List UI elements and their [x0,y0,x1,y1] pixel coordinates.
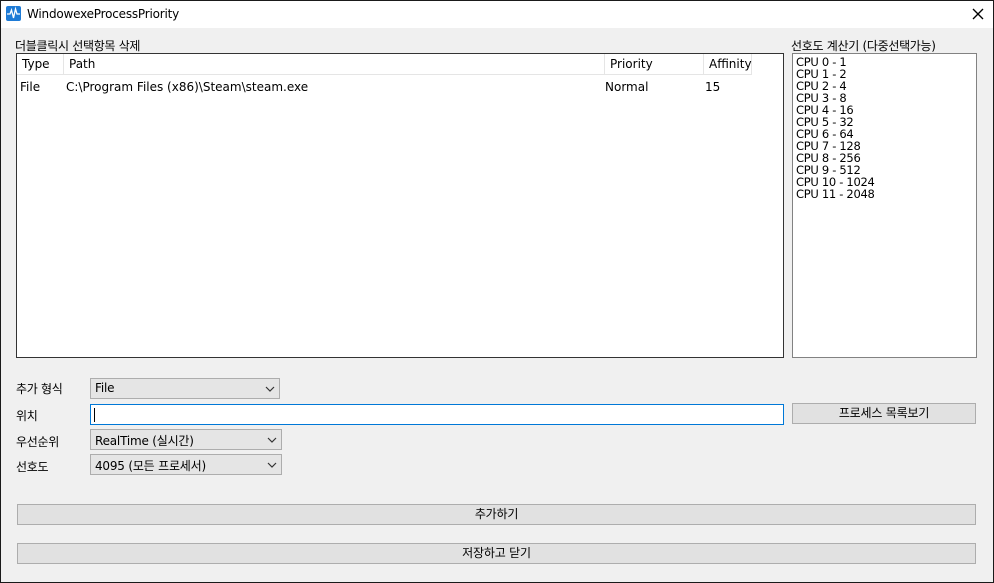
affinity-select[interactable]: 4095 (모든 프로세서) [90,454,282,475]
add-button[interactable]: 추가하기 [17,504,976,525]
column-header-affinity[interactable]: Affinity [704,54,752,75]
table-row[interactable]: File C:\Program Files (x86)\Steam\steam.… [17,76,750,98]
process-list-label: 더블클릭시 선택항목 삭제 [15,39,141,53]
column-header-priority[interactable]: Priority [605,54,704,75]
main-window: WindowexeProcessPriority 더블클릭시 선택항목 삭제 선… [0,0,994,583]
affinity-label: 선호도 [16,460,49,474]
list-item[interactable]: CPU 11 - 2048 [796,188,976,200]
cell-path: C:\Program Files (x86)\Steam\steam.exe [66,80,309,94]
chevron-down-icon [265,386,275,392]
chevron-down-icon [267,437,277,443]
add-type-value: File [95,381,115,395]
priority-label: 우선순위 [16,435,59,449]
location-input[interactable] [90,404,784,425]
priority-select[interactable]: RealTime (실시간) [90,429,282,450]
close-icon [972,8,984,20]
cell-type: File [20,80,41,94]
add-type-label: 추가 형식 [16,382,63,396]
column-header-type[interactable]: Type [17,54,64,75]
location-label: 위치 [16,409,38,423]
priority-value: RealTime (실시간) [95,434,194,448]
add-type-select[interactable]: File [90,378,280,399]
affinity-value: 4095 (모든 프로세서) [95,459,206,473]
save-and-close-button[interactable]: 저장하고 닫기 [17,543,976,564]
close-button[interactable] [963,1,993,27]
process-list-view[interactable]: Type Path Priority Affinity File C:\Prog… [16,53,784,358]
text-caret [94,408,95,422]
column-header-path[interactable]: Path [64,54,605,75]
affinity-calculator-list[interactable]: CPU 0 - 1 CPU 1 - 2 CPU 2 - 4 CPU 3 - 8 … [792,53,977,358]
window-title: WindowexeProcessPriority [27,7,180,21]
chevron-down-icon [267,462,277,468]
cell-affinity: 15 [705,80,721,94]
title-bar[interactable]: WindowexeProcessPriority [1,1,993,28]
pulse-icon [6,6,21,21]
affinity-calculator-label: 선호도 계산기 (다중선택가능) [791,39,936,53]
cell-priority: Normal [605,80,649,94]
process-list-button[interactable]: 프로세스 목록보기 [792,403,976,424]
list-header: Type Path Priority Affinity [17,54,752,75]
